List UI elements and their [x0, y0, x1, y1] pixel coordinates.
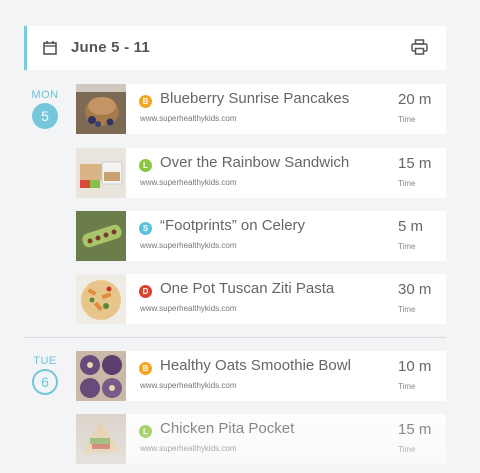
- day-number-tue[interactable]: 6: [32, 369, 58, 395]
- meal-title[interactable]: Over the Rainbow Sandwich: [160, 154, 349, 171]
- day-divider: [24, 337, 446, 338]
- meal-time: 10 m: [398, 358, 432, 375]
- meal-source: www.superhealthykids.com: [140, 444, 237, 453]
- meal-time-label: Time: [398, 445, 416, 454]
- meal-type-badge: L: [139, 159, 152, 172]
- print-icon[interactable]: [411, 39, 428, 60]
- meal-thumbnail[interactable]: [76, 351, 126, 401]
- meal-title[interactable]: One Pot Tuscan Ziti Pasta: [160, 280, 334, 297]
- meal-time: 20 m: [398, 91, 432, 108]
- meal-time: 15 m: [398, 155, 432, 172]
- day-number-mon[interactable]: 5: [32, 103, 58, 129]
- meal-source: www.superhealthykids.com: [140, 304, 237, 313]
- meal-time-label: Time: [398, 179, 416, 188]
- meal-card[interactable]: L Chicken Pita Pocket www.superhealthyki…: [76, 414, 446, 464]
- meal-thumbnail[interactable]: [76, 211, 126, 261]
- meal-card[interactable]: L Over the Rainbow Sandwich www.superhea…: [76, 148, 446, 198]
- meal-thumbnail[interactable]: [76, 414, 126, 464]
- meal-title[interactable]: Blueberry Sunrise Pancakes: [160, 90, 349, 107]
- week-header: June 5 - 11: [24, 26, 446, 70]
- meal-source: www.superhealthykids.com: [140, 241, 237, 250]
- meal-type-badge: D: [139, 285, 152, 298]
- meal-source: www.superhealthykids.com: [140, 114, 237, 123]
- meal-thumbnail[interactable]: [76, 84, 126, 134]
- meal-thumbnail[interactable]: [76, 148, 126, 198]
- meal-time: 15 m: [398, 421, 432, 438]
- meal-time: 5 m: [398, 218, 424, 235]
- meal-title[interactable]: Healthy Oats Smoothie Bowl: [160, 357, 351, 374]
- meal-card[interactable]: B Healthy Oats Smoothie Bowl www.superhe…: [76, 351, 446, 401]
- meal-thumbnail[interactable]: [76, 274, 126, 324]
- meal-type-badge: S: [139, 222, 152, 235]
- meal-title[interactable]: “Footprints” on Celery: [160, 217, 305, 234]
- meal-time: 30 m: [398, 281, 432, 298]
- meal-time-label: Time: [398, 382, 416, 391]
- meal-title[interactable]: Chicken Pita Pocket: [160, 420, 294, 437]
- meal-time-label: Time: [398, 115, 416, 124]
- meal-time-label: Time: [398, 305, 416, 314]
- meal-card[interactable]: D One Pot Tuscan Ziti Pasta www.superhea…: [76, 274, 446, 324]
- calendar-icon[interactable]: [43, 40, 57, 60]
- meal-type-badge: B: [139, 362, 152, 375]
- meal-source: www.superhealthykids.com: [140, 381, 237, 390]
- day-name-tue: TUE: [33, 355, 57, 367]
- meal-card[interactable]: S “Footprints” on Celery www.superhealth…: [76, 211, 446, 261]
- meal-source: www.superhealthykids.com: [140, 178, 237, 187]
- meal-time-label: Time: [398, 242, 416, 251]
- day-name-mon: MON: [31, 89, 59, 101]
- week-range[interactable]: June 5 - 11: [71, 39, 150, 56]
- meal-type-badge: L: [139, 425, 152, 438]
- meal-type-badge: B: [139, 95, 152, 108]
- meal-card[interactable]: B Blueberry Sunrise Pancakes www.superhe…: [76, 84, 446, 134]
